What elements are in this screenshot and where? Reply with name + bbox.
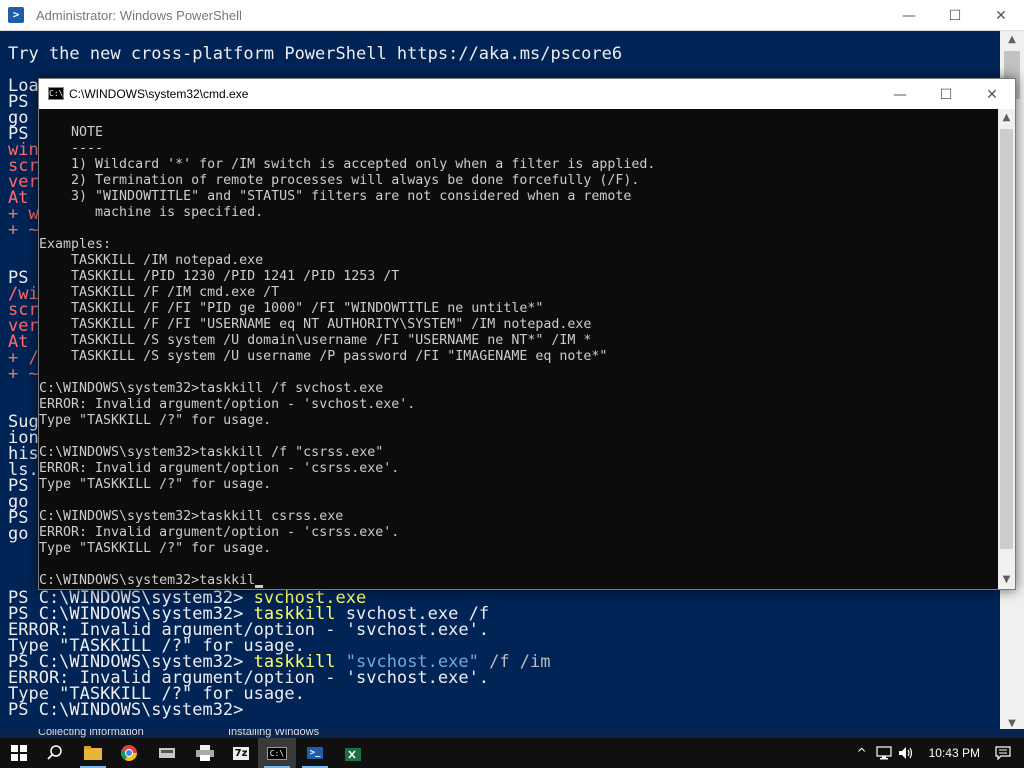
powershell-icon: > [8, 7, 24, 23]
taskbar-app-spreadsheet[interactable] [334, 738, 372, 768]
cmd-output-line: TASKKILL /IM notepad.exe [39, 253, 264, 268]
cmd-icon: C:\ [48, 87, 64, 100]
cmd-output-line: 1) Wildcard '*' for /IM switch is accept… [39, 157, 656, 172]
spreadsheet-icon [345, 748, 361, 761]
clock[interactable]: 10:43 PM [917, 746, 992, 760]
cmd-scroll-down-arrow-icon[interactable]: ▼ [998, 571, 1015, 589]
network-icon[interactable] [873, 738, 895, 768]
powershell-title: Administrator: Windows PowerShell [36, 8, 242, 23]
text-cursor [255, 585, 264, 588]
taskbar-cmd[interactable]: C:\ [258, 738, 296, 768]
powershell-hidden-line: go [8, 524, 29, 544]
cmd-input-line[interactable]: C:\WINDOWS\system32>taskkil [39, 573, 264, 589]
cmd-output-line: machine is specified. [39, 205, 264, 220]
minimize-button[interactable]: — [886, 0, 932, 31]
cmd-maximize-button[interactable]: ☐ [923, 79, 969, 110]
taskbar-chrome[interactable] [110, 738, 148, 768]
cmd-output-line: NOTE [39, 125, 104, 140]
start-button[interactable] [0, 738, 38, 768]
powershell-taskbar-icon: >_ [306, 747, 324, 759]
taskbar-7zip[interactable]: 7z [222, 738, 260, 768]
scroll-up-arrow-icon[interactable]: ▲ [1000, 31, 1024, 49]
notification-collecting: Collecting information [38, 729, 144, 738]
cmd-output-line: ERROR: Invalid argument/option - 'csrss.… [39, 525, 400, 540]
system-tray: ^ 10:43 PM [851, 738, 1024, 768]
7zip-icon: 7z [232, 746, 250, 760]
cmd-output-line: TASKKILL /F /IM cmd.exe /T [39, 285, 280, 300]
cmd-output-line: ERROR: Invalid argument/option - 'csrss.… [39, 461, 400, 476]
powershell-banner: Try the new cross-platform PowerShell ht… [8, 44, 623, 64]
cmd-output-line: 2) Termination of remote processes will … [39, 173, 640, 188]
cmd-output-line: ERROR: Invalid argument/option - 'svchos… [39, 397, 416, 412]
notification-strip: Collecting information Installing Window… [0, 729, 1024, 738]
cmd-output-line: 3) "WINDOWTITLE" and "STATUS" filters ar… [39, 189, 632, 204]
cmd-output-line: Type "TASKKILL /?" for usage. [39, 541, 272, 556]
cmd-output-line: Type "TASKKILL /?" for usage. [39, 477, 272, 492]
cmd-close-button[interactable]: ✕ [969, 79, 1015, 110]
cmd-scroll-thumb[interactable] [1000, 129, 1013, 549]
taskbar-powershell[interactable]: >_ [296, 738, 334, 768]
cmd-output-line: TASKKILL /F /FI "USERNAME eq NT AUTHORIT… [39, 317, 592, 332]
powershell-output-line: PS C:\WINDOWS\system32> [8, 700, 244, 720]
maximize-button[interactable]: ☐ [932, 0, 978, 31]
cmd-scrollbar[interactable]: ▲ ▼ [998, 109, 1015, 589]
notification-installing: Installing Windows [228, 729, 320, 738]
powershell-output-segment: PS C:\WINDOWS\system32> [8, 700, 244, 720]
printer-icon [196, 745, 214, 761]
windows-logo-icon [11, 745, 27, 761]
cmd-scroll-up-arrow-icon[interactable]: ▲ [998, 109, 1015, 127]
cmd-output-line: TASKKILL /S system /U domain\username /F… [39, 333, 592, 348]
taskbar-file-explorer[interactable] [74, 738, 112, 768]
cmd-titlebar[interactable]: C:\ C:\WINDOWS\system32\cmd.exe — ☐ ✕ [39, 79, 1015, 109]
drive-icon [159, 748, 175, 758]
taskbar-app-drive[interactable] [148, 738, 186, 768]
chrome-icon [121, 745, 137, 761]
cmd-title: C:\WINDOWS\system32\cmd.exe [69, 87, 249, 101]
cmd-output-line: TASKKILL /F /FI "PID ge 1000" /FI "WINDO… [39, 301, 544, 316]
close-button[interactable]: ✕ [978, 0, 1024, 31]
notifications-icon[interactable] [992, 738, 1014, 768]
folder-icon [84, 746, 102, 760]
cmd-output-line: TASKKILL /S system /U username /P passwo… [39, 349, 608, 364]
cmd-minimize-button[interactable]: — [877, 79, 923, 110]
cmd-output-line: C:\WINDOWS\system32>taskkill csrss.exe [39, 509, 344, 524]
desktop: > Administrator: Windows PowerShell — ☐ … [0, 0, 1024, 768]
cmd-taskbar-icon: C:\ [266, 746, 288, 760]
chevron-up-icon[interactable]: ^ [851, 738, 873, 768]
cmd-console[interactable]: NOTE ---- 1) Wildcard '*' for /IM switch… [39, 109, 999, 589]
cmd-output-line: TASKKILL /PID 1230 /PID 1241 /PID 1253 /… [39, 269, 400, 284]
cmd-output-line: C:\WINDOWS\system32>taskkill /f svchost.… [39, 381, 384, 396]
powershell-output-segment: /f /im [478, 652, 551, 672]
taskbar: 7z C:\ >_ ^ 10:43 PM [0, 738, 1024, 768]
taskbar-app-printer[interactable] [186, 738, 224, 768]
powershell-titlebar[interactable]: > Administrator: Windows PowerShell — ☐ … [0, 0, 1024, 31]
powershell-hidden-line: + ~ [8, 220, 39, 240]
volume-icon[interactable] [895, 738, 917, 768]
powershell-hidden-line: + ~ [8, 364, 39, 384]
cmd-output-line: ---- [39, 141, 104, 156]
cmd-output-line: C:\WINDOWS\system32>taskkill /f "csrss.e… [39, 445, 384, 460]
cmd-output-line: Type "TASKKILL /?" for usage. [39, 413, 272, 428]
search-button[interactable] [36, 738, 74, 768]
cmd-window[interactable]: C:\ C:\WINDOWS\system32\cmd.exe — ☐ ✕ NO… [38, 78, 1016, 590]
cmd-output-line: Examples: [39, 237, 112, 252]
cmd-input-text: C:\WINDOWS\system32>taskkil [39, 573, 256, 588]
search-icon [47, 745, 62, 760]
